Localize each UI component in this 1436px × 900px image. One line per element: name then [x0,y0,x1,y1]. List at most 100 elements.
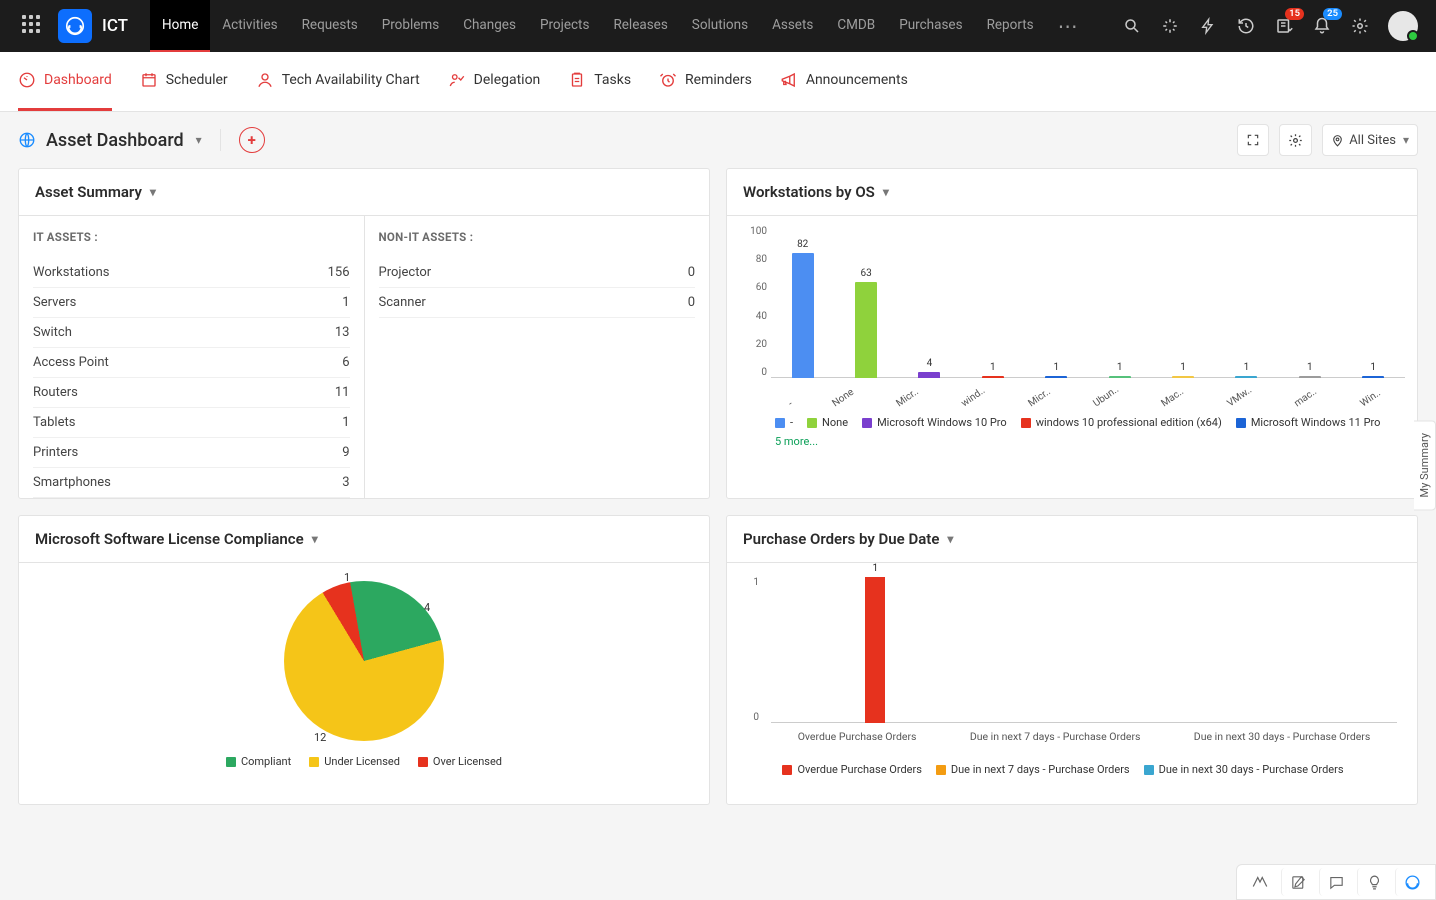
mega-icon [780,71,798,89]
top-icons: 15 25 [1122,11,1424,41]
bar[interactable]: 1 [1362,376,1384,378]
bar[interactable]: 1 [1109,376,1131,378]
gear-icon[interactable] [1350,16,1370,36]
topnav-reports[interactable]: Reports [975,0,1046,52]
card-workstations-os: Workstations by OS▾ 100806040200 8263411… [726,168,1418,499]
chevron-down-icon[interactable]: ▾ [883,185,889,199]
pie-chart: 4121 [284,581,444,741]
chevron-down-icon[interactable]: ▾ [312,532,318,546]
topnav-problems[interactable]: Problems [370,0,452,52]
history-icon[interactable] [1236,16,1256,36]
pie-label: 12 [314,731,326,744]
globe-icon [18,131,36,149]
legend-more[interactable]: 5 more... [727,429,1417,458]
legend-item[interactable]: Under Licensed [309,755,400,768]
sparkle-icon[interactable] [1160,16,1180,36]
chevron-down-icon[interactable]: ▾ [150,185,156,199]
topnav-home[interactable]: Home [150,0,210,52]
bar[interactable]: 1 [1172,376,1194,378]
asset-row[interactable]: Printers9 [33,438,350,468]
topnav-changes[interactable]: Changes [451,0,528,52]
inbox-icon[interactable]: 15 [1274,16,1294,36]
legend-item[interactable]: Due in next 7 days - Purchase Orders [936,763,1130,776]
search-icon[interactable] [1122,16,1142,36]
card-title: Asset Summary [35,183,142,201]
subtab-reminders[interactable]: Reminders [659,52,752,111]
asset-row[interactable]: Smartphones3 [33,468,350,498]
notes-icon[interactable] [1281,868,1315,896]
it-assets-header: IT ASSETS : [33,216,350,258]
legend-item[interactable]: Due in next 30 days - Purchase Orders [1144,763,1344,776]
dashboard-title[interactable]: Asset Dashboard [46,130,184,151]
bar[interactable]: 4 [918,372,940,378]
topnav-purchases[interactable]: Purchases [887,0,974,52]
asset-row[interactable]: Routers11 [33,378,350,408]
subtab-tech-availability-chart[interactable]: Tech Availability Chart [256,52,420,111]
topnav-projects[interactable]: Projects [528,0,602,52]
bell-icon[interactable]: 25 [1312,16,1332,36]
sites-dropdown[interactable]: All Sites ▾ [1322,124,1418,156]
topnav-requests[interactable]: Requests [290,0,370,52]
avatar[interactable] [1388,11,1418,41]
chevron-down-icon: ▾ [1403,133,1409,147]
topnav-cmdb[interactable]: CMDB [825,0,887,52]
legend-item[interactable]: windows 10 professional edition (x64) [1021,416,1222,429]
topnav-solutions[interactable]: Solutions [680,0,760,52]
top-nav: HomeActivitiesRequestsProblemsChangesPro… [150,0,1046,52]
subtab-delegation[interactable]: Delegation [448,52,541,111]
my-summary-tab[interactable]: My Summary [1414,420,1436,510]
topnav-activities[interactable]: Activities [210,0,289,52]
settings-button[interactable] [1279,124,1312,156]
add-button[interactable]: + [239,127,265,153]
asset-row[interactable]: Scanner0 [379,288,696,318]
alarm-icon [659,71,677,89]
bar[interactable]: 1 [982,376,1004,378]
cal-icon [140,71,158,89]
brand-name: ICT [102,16,128,36]
person-icon [256,71,274,89]
legend-item[interactable]: Over Licensed [418,755,502,768]
card-title: Workstations by OS [743,183,875,201]
apps-launcher-icon[interactable] [22,15,44,37]
dashboard-grid: Asset Summary ▾ IT ASSETS : Workstations1… [0,168,1436,823]
legend-item[interactable]: Microsoft Windows 11 Pro [1236,416,1381,429]
subtab-announcements[interactable]: Announcements [780,52,908,111]
card-asset-summary: Asset Summary ▾ IT ASSETS : Workstations1… [18,168,710,499]
chevron-down-icon[interactable]: ▾ [196,133,202,147]
legend-item[interactable]: Compliant [226,755,291,768]
asset-row[interactable]: Projector0 [379,258,696,288]
card-title: Purchase Orders by Due Date [743,530,939,548]
bar[interactable]: 1 [1045,376,1067,378]
fullscreen-button[interactable] [1237,124,1269,156]
bar[interactable]: 1 [865,577,885,723]
sites-label: All Sites [1349,133,1396,148]
legend-item[interactable]: - [775,416,793,429]
subtab-tasks[interactable]: Tasks [568,52,631,111]
card-license-compliance: Microsoft Software License Compliance▾ 4… [18,515,710,805]
legend-item[interactable]: Microsoft Windows 10 Pro [862,416,1007,429]
zia-icon[interactable] [1243,868,1277,896]
bell-badge: 25 [1323,8,1342,20]
pie-label: 4 [424,601,430,614]
bulb-icon[interactable] [1357,868,1391,896]
bolt-icon[interactable] [1198,16,1218,36]
nav-overflow-icon[interactable]: ⋯ [1050,14,1088,38]
asset-row[interactable]: Switch13 [33,318,350,348]
assist-icon[interactable] [1395,868,1429,896]
asset-row[interactable]: Workstations156 [33,258,350,288]
topnav-assets[interactable]: Assets [760,0,825,52]
chat-icon[interactable] [1319,868,1353,896]
subtab-dashboard[interactable]: Dashboard [18,52,112,111]
legend-item[interactable]: None [807,416,848,429]
asset-row[interactable]: Tablets1 [33,408,350,438]
bar[interactable]: 1 [1235,376,1257,378]
bar[interactable]: 63 [855,282,877,378]
legend-item[interactable]: Overdue Purchase Orders [782,763,921,776]
topnav-releases[interactable]: Releases [601,0,679,52]
asset-row[interactable]: Servers1 [33,288,350,318]
bar[interactable]: 1 [1299,376,1321,378]
chevron-down-icon[interactable]: ▾ [947,532,953,546]
bar[interactable]: 82 [792,253,814,378]
subtab-scheduler[interactable]: Scheduler [140,52,228,111]
asset-row[interactable]: Access Point6 [33,348,350,378]
